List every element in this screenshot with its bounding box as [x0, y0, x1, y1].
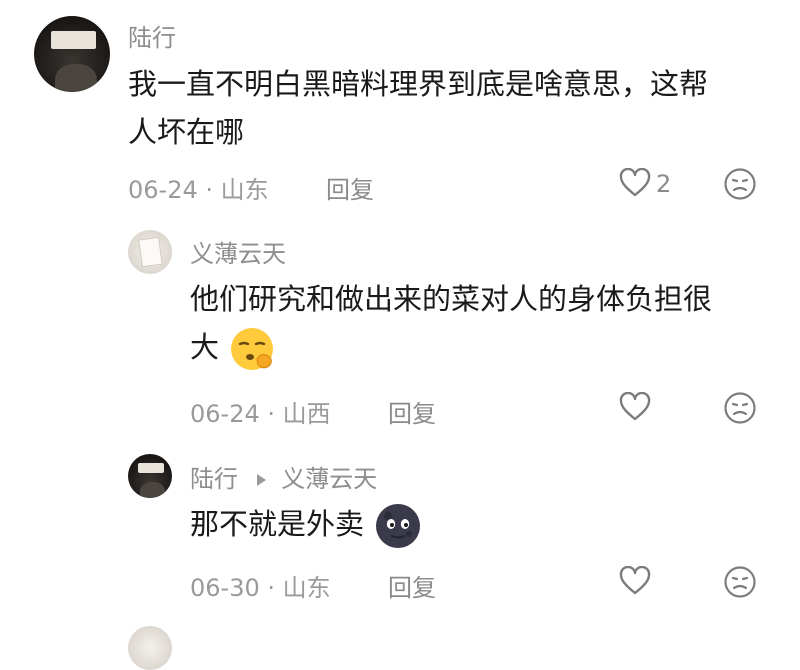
- comment-text: 他们研究和做出来的菜对人的身体负担很 大: [190, 275, 770, 374]
- comment-text: 我一直不明白黑暗料理界到底是啥意思，这帮 人坏在哪: [128, 60, 768, 156]
- sad-face-icon[interactable]: [723, 167, 757, 201]
- shushing-face-emoji: [231, 328, 274, 370]
- like-count: 2: [656, 170, 672, 198]
- new-moon-face-emoji: [376, 504, 421, 548]
- heart-outline-icon[interactable]: [619, 392, 651, 422]
- comment-date-location: 06-24 · 山西: [190, 400, 331, 428]
- sad-face-icon[interactable]: [723, 565, 757, 599]
- comment-author[interactable]: 陆行: [128, 18, 176, 53]
- comment-author: 陆行 义薄云天: [190, 459, 377, 494]
- reply-target-name[interactable]: 义薄云天: [281, 465, 377, 493]
- avatar[interactable]: [34, 16, 110, 92]
- avatar[interactable]: [128, 454, 172, 498]
- comment-author-name[interactable]: 陆行: [190, 465, 238, 493]
- comment-author[interactable]: 义薄云天: [190, 234, 286, 269]
- heart-outline-icon[interactable]: [619, 168, 651, 198]
- comment-date-location: 06-30 · 山东: [190, 574, 331, 602]
- heart-outline-icon[interactable]: [619, 566, 651, 596]
- reply-button[interactable]: 回复: [388, 568, 436, 603]
- reply-arrow-icon: [256, 474, 266, 486]
- comment-text-line: 大: [190, 323, 770, 374]
- reply-button[interactable]: 回复: [326, 170, 374, 205]
- avatar[interactable]: [128, 626, 172, 670]
- reply-button[interactable]: 回复: [388, 394, 436, 429]
- comment-text-line: 人坏在哪: [128, 115, 245, 149]
- comment-text-line: 他们研究和做出来的菜对人的身体负担很: [190, 282, 713, 316]
- avatar[interactable]: [128, 230, 172, 274]
- comment-text: 那不就是外卖: [190, 500, 770, 551]
- comment-date-location: 06-24 · 山东: [128, 176, 269, 204]
- comment-text-line: 我一直不明白黑暗料理界到底是啥意思，这帮: [128, 67, 709, 101]
- sad-face-icon[interactable]: [723, 391, 757, 425]
